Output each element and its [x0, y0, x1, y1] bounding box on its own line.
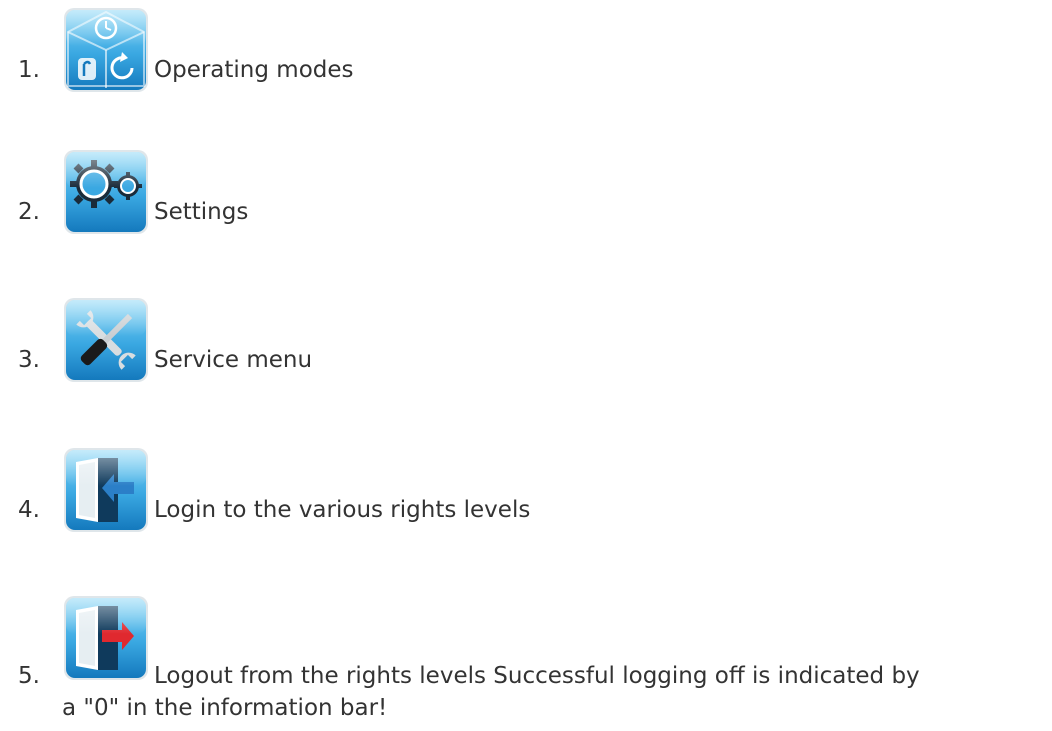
item-label: Login to the various rights levels [154, 497, 531, 523]
item-number: 5. [18, 663, 40, 689]
item-number: 4. [18, 497, 40, 523]
item-label: Settings [154, 199, 249, 225]
item-label-continuation: a "0" in the information bar! [62, 695, 388, 721]
item-number: 2. [18, 199, 40, 225]
wrench-screwdriver-icon[interactable] [62, 296, 150, 384]
item-number: 3. [18, 347, 40, 373]
item-label: Operating modes [154, 57, 354, 83]
gears-icon[interactable] [62, 148, 150, 236]
item-label: Logout from the rights levels Successful… [154, 663, 920, 689]
door-logout-icon[interactable] [62, 594, 150, 682]
item-label: Service menu [154, 347, 313, 373]
item-number: 1. [18, 57, 40, 83]
door-login-icon[interactable] [62, 446, 150, 534]
operating-modes-icon[interactable] [62, 6, 150, 94]
